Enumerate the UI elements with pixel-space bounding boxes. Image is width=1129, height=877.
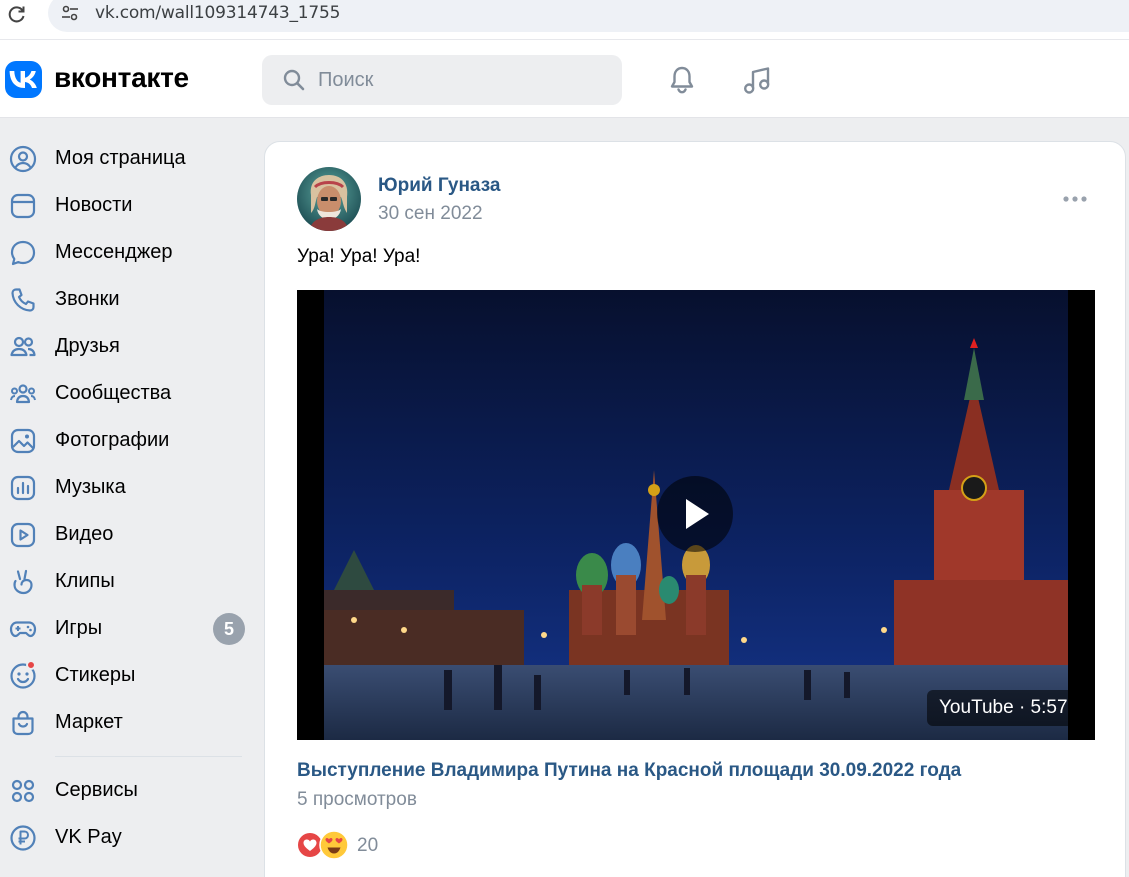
video-views: 5 просмотров	[297, 789, 417, 810]
sidebar-item-friends[interactable]: Друзья	[0, 323, 252, 370]
sidebar-item-messenger[interactable]: Мессенджер	[0, 229, 252, 276]
sidebar-item-photos[interactable]: Фотографии	[0, 417, 252, 464]
sidebar-item-communities[interactable]: Сообщества	[0, 370, 252, 417]
heart-eyes-emoji-icon	[319, 830, 349, 860]
reactions-count: 20	[357, 835, 379, 856]
sidebar-divider	[55, 756, 242, 757]
post-text: Ура! Ура! Ура!	[297, 246, 421, 267]
site-settings-icon[interactable]	[61, 4, 79, 22]
left-sidebar: Моя страница Новости Мессенджер Звонки Д…	[0, 135, 252, 861]
sidebar-item-calls[interactable]: Звонки	[0, 276, 252, 323]
message-bubble-icon	[10, 240, 36, 266]
post-card: Юрий Гуназа 30 сен 2022 Ура! Ура! Ура! Y…	[264, 141, 1126, 877]
clips-icon	[13, 569, 33, 595]
video-player[interactable]: YouTube · 5:57	[297, 290, 1095, 740]
user-circle-icon	[9, 145, 37, 173]
sidebar-item-services[interactable]: Сервисы	[0, 767, 252, 814]
search-icon	[283, 69, 305, 91]
site-header: вконтакте	[0, 40, 1129, 118]
games-badge: 5	[213, 613, 245, 645]
video-title-link[interactable]: Выступление Владимира Путина на Красной …	[297, 760, 961, 782]
reload-icon[interactable]	[7, 4, 27, 24]
search-input[interactable]	[318, 63, 608, 97]
sidebar-item-clips[interactable]: Клипы	[0, 558, 252, 605]
sidebar-item-games[interactable]: Игры 5	[0, 605, 252, 652]
browser-address-bar: vk.com/wall109314743_1755	[0, 0, 1129, 40]
play-button[interactable]	[657, 476, 733, 552]
news-icon	[10, 193, 36, 219]
friends-icon	[10, 336, 36, 357]
sidebar-item-news[interactable]: Новости	[0, 182, 252, 229]
search-box[interactable]	[262, 55, 622, 105]
author-name-link[interactable]: Юрий Гуназа	[378, 175, 501, 197]
music-icon[interactable]	[741, 64, 773, 96]
sidebar-item-vk-pay[interactable]: VK Pay	[0, 814, 252, 861]
photos-icon	[10, 428, 36, 454]
sidebar-item-stickers[interactable]: Стикеры	[0, 652, 252, 699]
author-avatar[interactable]	[297, 167, 361, 231]
vk-logo-icon[interactable]	[5, 61, 42, 98]
sidebar-item-music[interactable]: Музыка	[0, 464, 252, 511]
more-options-icon[interactable]	[1061, 192, 1089, 206]
post-date-link[interactable]: 30 сен 2022	[378, 203, 483, 225]
services-grid-icon	[11, 779, 35, 803]
sidebar-item-market[interactable]: Маркет	[0, 699, 252, 746]
gamepad-icon	[9, 621, 37, 638]
video-source-duration: YouTube · 5:57	[927, 690, 1080, 726]
url-text[interactable]: vk.com/wall109314743_1755	[95, 3, 340, 23]
phone-icon	[11, 288, 35, 312]
stickers-notification-dot	[26, 660, 36, 670]
bell-icon[interactable]	[666, 64, 698, 96]
sidebar-item-video[interactable]: Видео	[0, 511, 252, 558]
music-bars-icon	[10, 475, 36, 501]
communities-icon	[10, 384, 36, 404]
vk-pay-icon	[10, 825, 36, 851]
sidebar-item-my-page[interactable]: Моя страница	[0, 135, 252, 182]
video-play-icon	[10, 522, 36, 548]
shopping-bag-icon	[12, 710, 34, 736]
logo-text[interactable]: вконтакте	[54, 62, 189, 94]
